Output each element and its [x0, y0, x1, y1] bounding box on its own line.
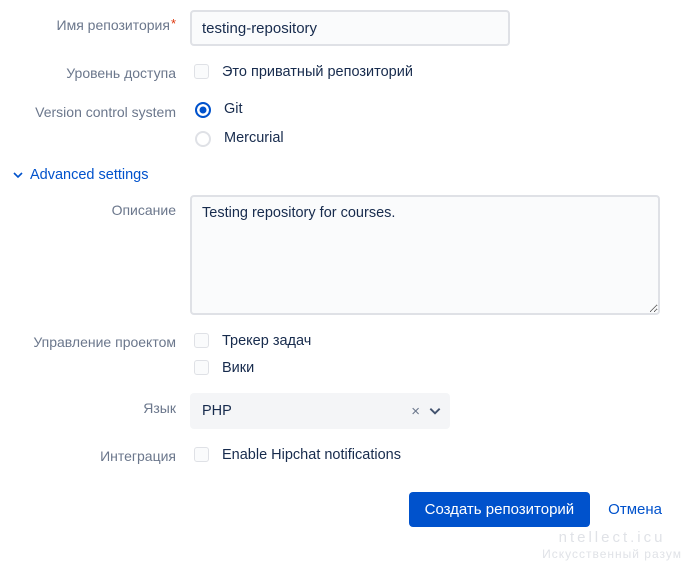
watermark-top: ntellect.icu — [542, 529, 682, 547]
label-project-mgmt: Управление проектом — [0, 327, 190, 351]
vcs-radio-git[interactable] — [195, 102, 211, 118]
integration-hipchat-label: Enable Hipchat notifications — [222, 447, 401, 463]
vcs-option-mercurial: Mercurial — [190, 128, 690, 147]
integration-hipchat-option: Enable Hipchat notifications — [190, 444, 690, 465]
row-language: Язык PHP × — [0, 393, 690, 429]
clear-icon[interactable]: × — [411, 403, 420, 420]
label-vcs: Version control system — [0, 97, 190, 121]
description-textarea[interactable] — [190, 195, 660, 315]
language-select[interactable]: PHP × — [190, 393, 450, 429]
vcs-option-git: Git — [190, 99, 690, 118]
row-integration: Интеграция Enable Hipchat notifications — [0, 441, 690, 468]
pm-issues-label: Трекер задач — [222, 333, 311, 349]
label-access: Уровень доступа — [0, 58, 190, 82]
label-repo-name-text: Имя репозитория — [57, 17, 170, 33]
access-private-label: Это приватный репозиторий — [222, 64, 413, 80]
vcs-label-mercurial: Mercurial — [224, 130, 284, 146]
create-repository-button[interactable]: Создать репозиторий — [409, 492, 591, 527]
row-vcs: Version control system Git Mercurial — [0, 97, 690, 155]
chevron-down-icon — [428, 404, 442, 418]
label-repo-name: Имя репозитория* — [0, 10, 190, 35]
field-access: Это приватный репозиторий — [190, 58, 690, 85]
advanced-settings-label: Advanced settings — [30, 167, 149, 183]
access-private-checkbox[interactable] — [194, 64, 209, 79]
row-project-mgmt: Управление проектом Трекер задач Вики — [0, 327, 690, 381]
pm-option-wiki: Вики — [190, 357, 690, 378]
label-language: Язык — [0, 393, 190, 417]
vcs-radio-mercurial[interactable] — [195, 131, 211, 147]
form-actions: Создать репозиторий Отмена — [0, 492, 690, 527]
field-repo-name — [190, 10, 690, 46]
field-project-mgmt: Трекер задач Вики — [190, 327, 690, 381]
row-repo-name: Имя репозитория* — [0, 10, 690, 46]
field-language: PHP × — [190, 393, 690, 429]
field-description — [190, 195, 690, 315]
label-integration: Интеграция — [0, 441, 190, 465]
language-value: PHP — [202, 403, 411, 419]
create-repository-form: Имя репозитория* Уровень доступа Это при… — [0, 10, 690, 527]
pm-wiki-label: Вики — [222, 360, 254, 376]
pm-option-issues: Трекер задач — [190, 330, 690, 351]
repo-name-input[interactable] — [190, 10, 510, 46]
field-vcs: Git Mercurial — [190, 97, 690, 155]
chevron-down-icon — [12, 169, 24, 181]
row-access: Уровень доступа Это приватный репозитори… — [0, 58, 690, 85]
pm-wiki-checkbox[interactable] — [194, 360, 209, 375]
vcs-label-git: Git — [224, 101, 243, 117]
integration-hipchat-checkbox[interactable] — [194, 447, 209, 462]
required-asterisk: * — [171, 16, 176, 31]
watermark-bottom: Искусственный разум — [542, 547, 682, 561]
row-description: Описание — [0, 195, 690, 315]
cancel-button[interactable]: Отмена — [608, 501, 662, 518]
advanced-settings-toggle[interactable]: Advanced settings — [0, 167, 690, 183]
access-private-option: Это приватный репозиторий — [190, 61, 690, 82]
pm-issues-checkbox[interactable] — [194, 333, 209, 348]
field-integration: Enable Hipchat notifications — [190, 441, 690, 468]
watermark: ntellect.icu Искусственный разум — [542, 529, 682, 561]
label-description: Описание — [0, 195, 190, 219]
